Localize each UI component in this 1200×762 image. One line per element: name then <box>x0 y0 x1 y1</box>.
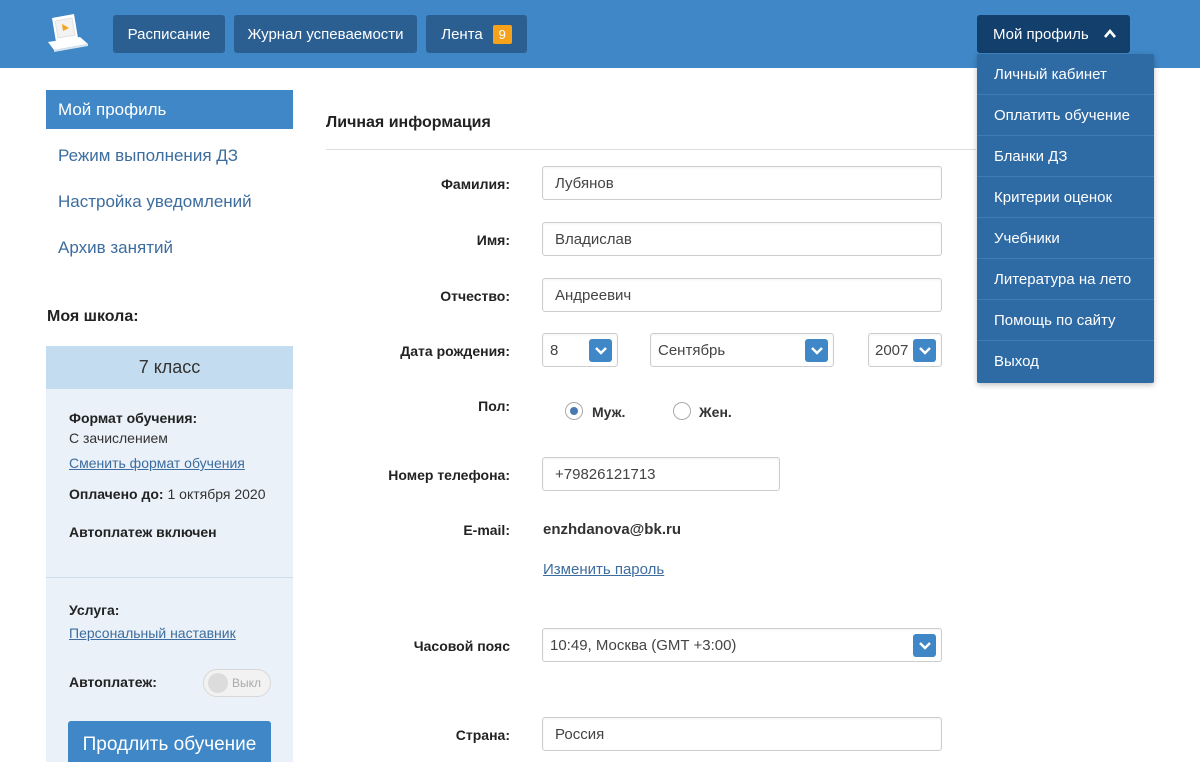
name-label: Имя: <box>476 232 510 248</box>
nav-schedule-button[interactable]: Расписание <box>113 15 225 53</box>
menu-item-label: Выход <box>994 353 1039 370</box>
timezone-label: Часовой пояс <box>413 638 510 654</box>
toggle-text: Выкл <box>232 676 262 690</box>
card-divider <box>46 577 293 578</box>
menu-item-grading-criteria[interactable]: Критерии оценок <box>977 177 1154 218</box>
phone-value: +79826121713 <box>555 465 656 483</box>
country-value: Россия <box>555 725 605 743</box>
birth-date-label: Дата рождения: <box>400 343 510 359</box>
name-value: Владислав <box>555 230 632 248</box>
change-password-link[interactable]: Изменить пароль <box>543 561 664 578</box>
menu-item-label: Литература на лето <box>994 270 1132 288</box>
toggle-knob <box>208 673 228 693</box>
my-school-heading: Моя школа: <box>47 308 139 325</box>
chevron-up-icon <box>1103 28 1116 38</box>
menu-item-pay-tuition[interactable]: Оплатить обучение <box>977 95 1154 136</box>
my-profile-menu-button[interactable]: Мой профиль <box>977 15 1130 53</box>
school-card: 7 класс Формат обучения: С зачислением С… <box>46 346 293 762</box>
sidebar-item-label: Настройка уведомлений <box>58 192 252 211</box>
chevron-down-icon <box>589 339 612 362</box>
birth-day-select[interactable]: 8 <box>542 333 618 367</box>
autopay-toggle[interactable]: Выкл <box>203 669 271 697</box>
surname-field[interactable]: Лубянов <box>542 166 942 200</box>
phone-label: Номер телефона: <box>388 467 510 483</box>
paid-until-value: 1 октября 2020 <box>167 486 266 502</box>
profile-sidebar-nav: Мой профиль Режим выполнения ДЗ Настройк… <box>46 90 293 271</box>
change-format-link[interactable]: Сменить формат обучения <box>69 455 270 471</box>
gender-label: Пол: <box>478 398 510 414</box>
sidebar-item-label: Архив занятий <box>58 238 173 257</box>
format-value: С зачислением <box>69 430 168 446</box>
nav-gradebook-button[interactable]: Журнал успеваемости <box>234 15 417 53</box>
sidebar-item-homework-mode[interactable]: Режим выполнения ДЗ <box>46 133 293 179</box>
country-label: Страна: <box>455 727 510 743</box>
nav-feed-button[interactable]: Лента 9 <box>426 15 527 53</box>
nav-gradebook-label: Журнал успеваемости <box>247 25 404 43</box>
menu-item-textbooks[interactable]: Учебники <box>977 218 1154 259</box>
autopay-label: Автоплатеж: <box>69 674 157 690</box>
sidebar-item-label: Режим выполнения ДЗ <box>58 146 239 165</box>
nav-schedule-label: Расписание <box>127 25 211 43</box>
birth-year-select[interactable]: 2007 <box>868 333 942 367</box>
nav-feed-label: Лента <box>441 25 483 43</box>
menu-item-label: Личный кабинет <box>994 65 1107 83</box>
service-label: Услуга: <box>69 602 120 618</box>
timezone-select[interactable]: 10:49, Москва (GMT +3:00) <box>542 628 942 662</box>
menu-item-label: Бланки ДЗ <box>994 147 1068 165</box>
gender-male-radio[interactable] <box>565 402 583 420</box>
menu-item-label: Оплатить обучение <box>994 106 1130 124</box>
section-title: Личная информация <box>326 114 491 131</box>
chevron-down-icon <box>913 634 936 657</box>
name-field[interactable]: Владислав <box>542 222 942 256</box>
email-label: E-mail: <box>463 522 510 538</box>
menu-item-summer-reading[interactable]: Литература на лето <box>977 259 1154 300</box>
patronymic-label: Отчество: <box>440 288 510 304</box>
gender-female-radio[interactable] <box>673 402 691 420</box>
paid-until-label: Оплачено до: <box>69 486 164 502</box>
surname-label: Фамилия: <box>440 176 510 192</box>
section-divider <box>326 149 976 150</box>
birth-month-select[interactable]: Сентябрь <box>650 333 834 367</box>
laptop-logo-icon[interactable] <box>44 14 92 54</box>
sidebar-item-notification-settings[interactable]: Настройка уведомлений <box>46 179 293 225</box>
surname-value: Лубянов <box>555 174 614 192</box>
chevron-down-icon <box>805 339 828 362</box>
birth-year-value: 2007 <box>875 341 909 359</box>
paid-until-row: Оплачено до: 1 октября 2020 <box>69 486 270 502</box>
patronymic-value: Андреевич <box>555 286 632 304</box>
country-field[interactable]: Россия <box>542 717 942 751</box>
feed-count-badge: 9 <box>492 24 512 44</box>
menu-item-label: Помощь по сайту <box>994 311 1116 329</box>
patronymic-field[interactable]: Андреевич <box>542 278 942 312</box>
extend-learning-button[interactable]: Продлить обучение <box>68 721 271 762</box>
menu-item-label: Учебники <box>994 229 1060 247</box>
gender-male-label[interactable]: Муж. <box>592 404 625 420</box>
autopay-status: Автоплатеж включен <box>69 524 217 540</box>
menu-item-personal-cabinet[interactable]: Личный кабинет <box>977 54 1154 95</box>
service-link[interactable]: Персональный наставник <box>69 625 236 641</box>
class-name-header: 7 класс <box>46 346 293 389</box>
birth-month-value: Сентябрь <box>658 341 726 359</box>
birth-day-value: 8 <box>550 341 559 359</box>
menu-item-site-help[interactable]: Помощь по сайту <box>977 300 1154 341</box>
profile-button-label: Мой профиль <box>993 25 1089 43</box>
menu-item-label: Критерии оценок <box>994 188 1113 206</box>
sidebar-item-lesson-archive[interactable]: Архив занятий <box>46 225 293 271</box>
sidebar-item-label: Мой профиль <box>58 99 167 119</box>
timezone-value: 10:49, Москва (GMT +3:00) <box>550 636 737 654</box>
sidebar-item-my-profile[interactable]: Мой профиль <box>46 90 293 129</box>
gender-female-label[interactable]: Жен. <box>699 404 732 420</box>
school-card-details: Формат обучения: С зачислением Сменить ф… <box>46 389 293 540</box>
email-value: enzhdanova@bk.ru <box>543 521 681 538</box>
phone-field[interactable]: +79826121713 <box>542 457 780 491</box>
menu-item-homework-forms[interactable]: Бланки ДЗ <box>977 136 1154 177</box>
chevron-down-icon <box>913 339 936 362</box>
format-label: Формат обучения: <box>69 410 198 426</box>
profile-dropdown-menu: Личный кабинет Оплатить обучение Бланки … <box>977 54 1154 383</box>
menu-item-logout[interactable]: Выход <box>977 341 1154 382</box>
